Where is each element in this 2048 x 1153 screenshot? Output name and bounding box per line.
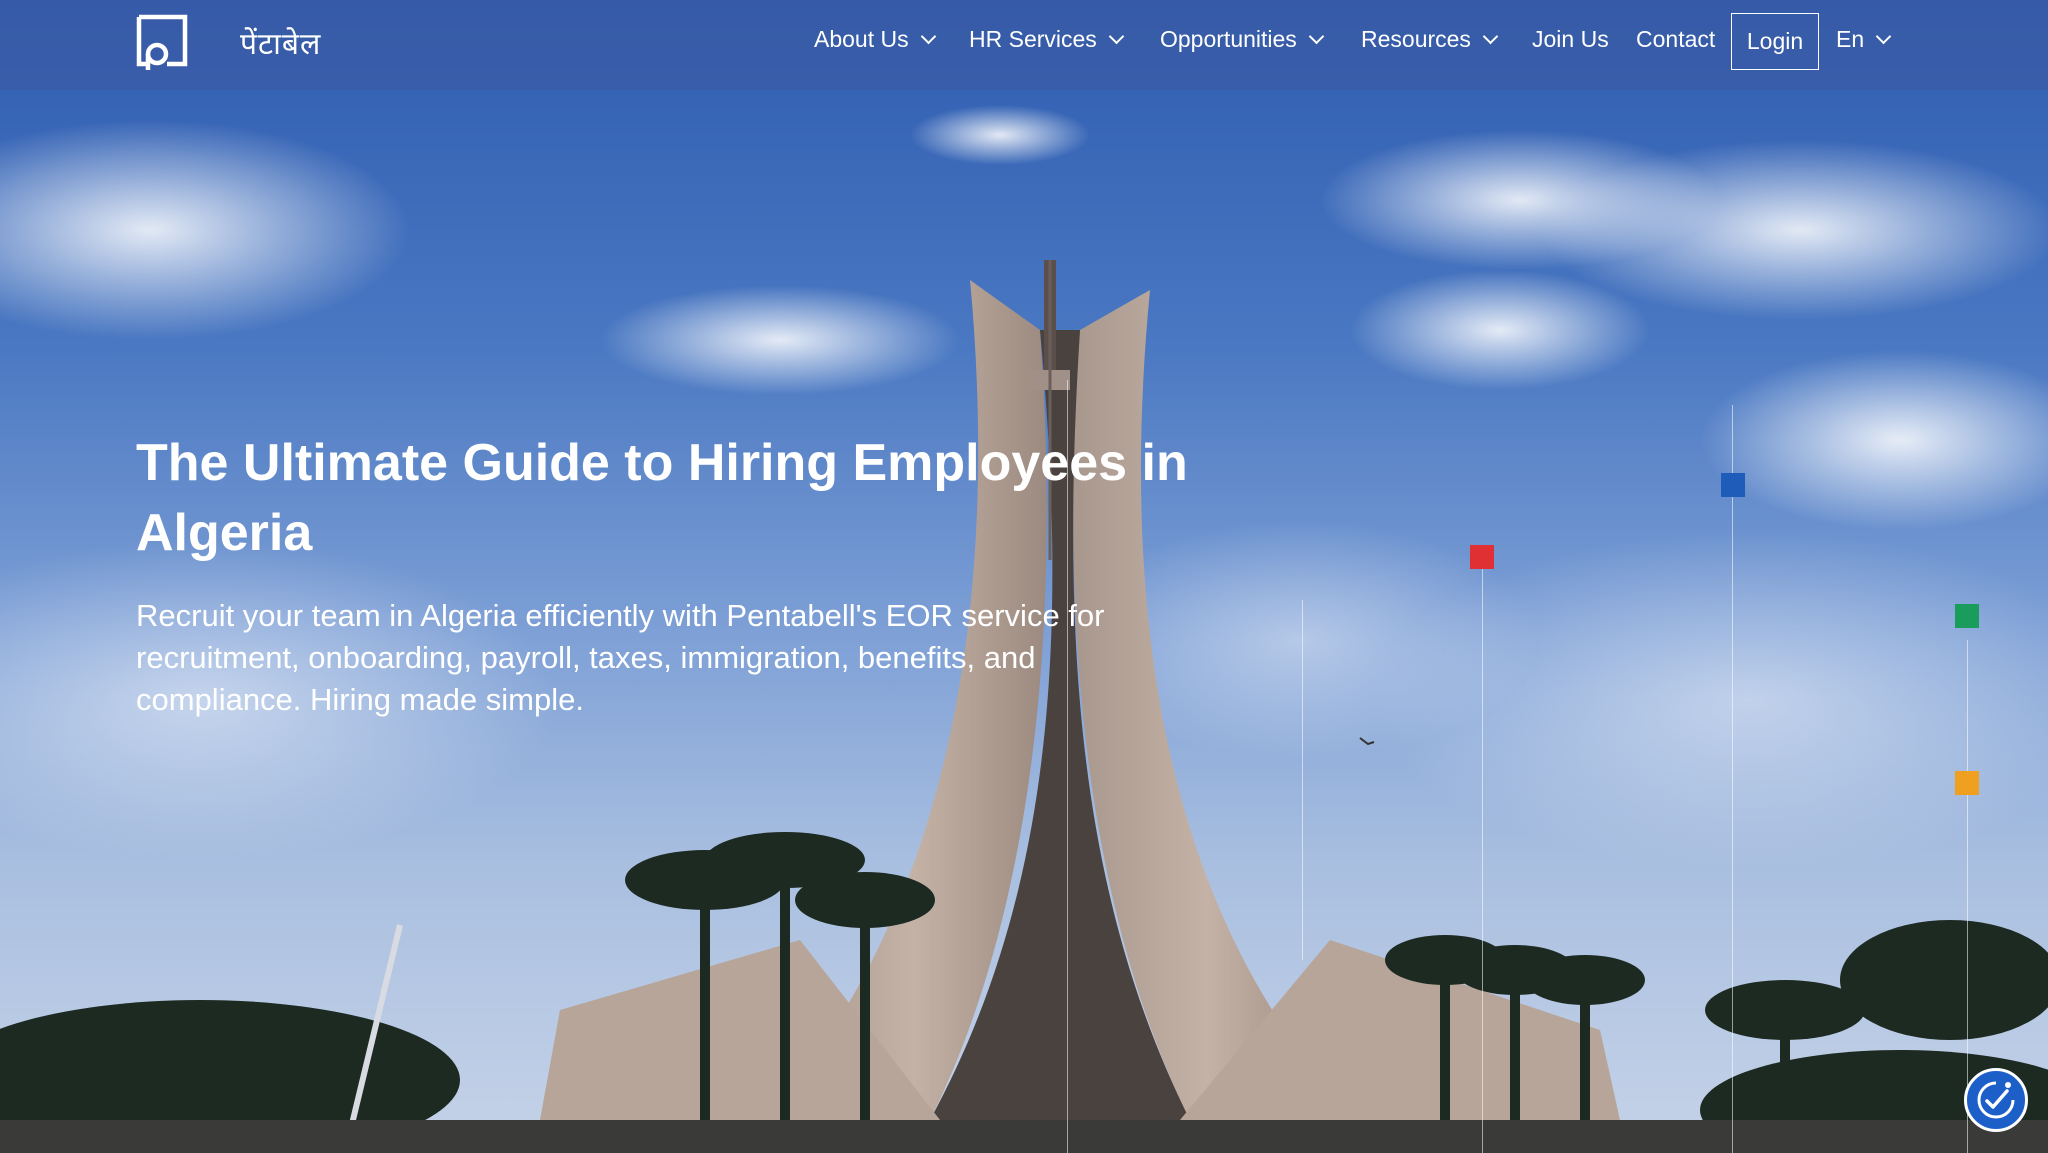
- nav-contact[interactable]: Contact: [1636, 26, 1715, 53]
- nav-about-us[interactable]: About Us: [814, 26, 936, 53]
- chevron-down-icon: [920, 28, 936, 45]
- hero-background-image: [0, 105, 2048, 1153]
- nav-join-us-label: Join Us: [1532, 26, 1609, 52]
- nav-opportunities[interactable]: Opportunities: [1160, 26, 1325, 53]
- decorative-square-red: [1470, 545, 1494, 569]
- chevron-down-icon: [1875, 28, 1892, 45]
- page-title: The Ultimate Guide to Hiring Employees i…: [136, 434, 1188, 562]
- decorative-line: [1482, 560, 1483, 1153]
- top-navbar: पेंटाबेल About Us HR Services Opportunit…: [0, 0, 2048, 90]
- decorative-square-green: [1955, 604, 1979, 628]
- brand-name[interactable]: पेंटाबेल: [240, 22, 321, 63]
- decorative-line: [1302, 600, 1303, 960]
- nav-opportunities-label: Opportunities: [1160, 26, 1297, 52]
- nav-resources[interactable]: Resources: [1361, 26, 1499, 53]
- chevron-down-icon: [1308, 28, 1325, 45]
- nav-about-us-label: About Us: [814, 26, 909, 52]
- language-selector[interactable]: En: [1836, 26, 1892, 53]
- accessibility-button[interactable]: [1964, 1068, 2028, 1132]
- chevron-down-icon: [1482, 28, 1499, 45]
- accessibility-icon: [1977, 1081, 2015, 1119]
- hero-subtitle: Recruit your team in Algeria efficiently…: [136, 598, 1105, 717]
- nav-hr-services-label: HR Services: [969, 26, 1097, 52]
- hero-section: पेंटाबेल About Us HR Services Opportunit…: [0, 0, 2048, 1153]
- decorative-line: [1732, 405, 1733, 1153]
- nav-hr-services[interactable]: HR Services: [969, 26, 1125, 53]
- language-label: En: [1836, 26, 1865, 52]
- nav-resources-label: Resources: [1361, 26, 1471, 52]
- nav-contact-label: Contact: [1636, 26, 1716, 52]
- pentabell-logo-icon[interactable]: [136, 14, 188, 70]
- login-button[interactable]: Login: [1731, 13, 1819, 70]
- decorative-line: [1967, 640, 1968, 1153]
- chevron-down-icon: [1108, 28, 1125, 45]
- decorative-square-yellow: [1955, 771, 1979, 795]
- nav-join-us[interactable]: Join Us: [1532, 26, 1609, 53]
- decorative-square-blue: [1721, 473, 1745, 497]
